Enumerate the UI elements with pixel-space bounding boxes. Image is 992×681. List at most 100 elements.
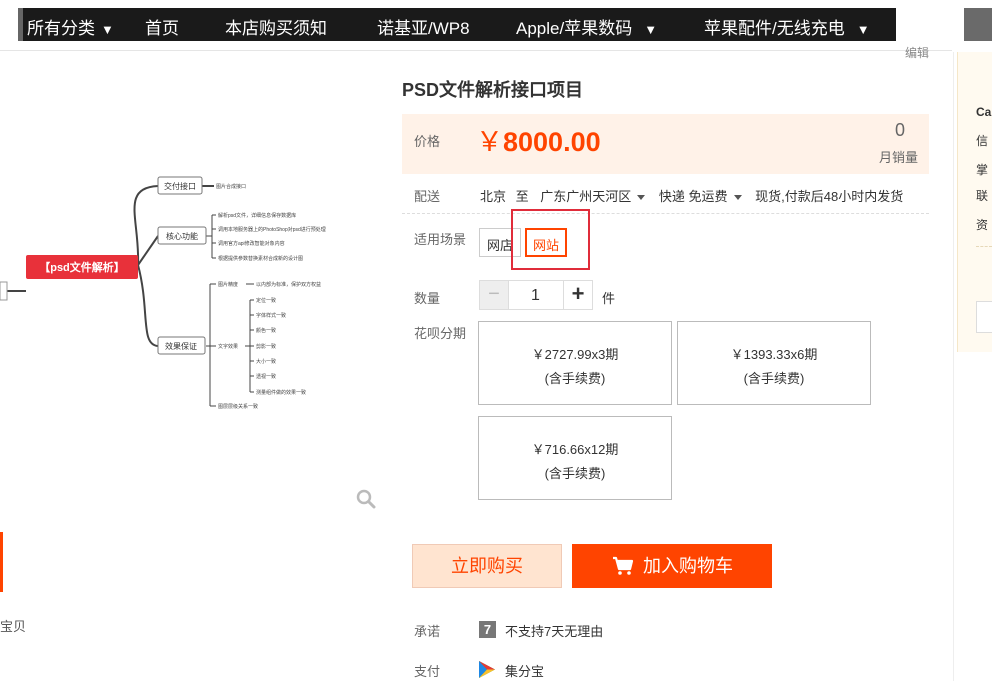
add-to-cart-label: 加入购物车 (643, 556, 733, 576)
delivery-destination-select[interactable]: 广东广州天河区 (540, 189, 646, 204)
installment-fee-note: (含手续费) (544, 371, 606, 386)
add-to-cart-button[interactable]: 加入购物车 (572, 544, 772, 588)
nav-left-accent (18, 8, 23, 41)
installment-fee-note: (含手续费) (743, 371, 805, 386)
top-right-block (964, 8, 992, 41)
installment-fee-note: (含手续费) (544, 466, 606, 481)
quantity-increase-button[interactable]: + (563, 280, 593, 310)
highlight-annotation (511, 209, 590, 270)
edit-link[interactable]: 编辑 (905, 44, 929, 61)
mindmap-leaf: 图片精度 (218, 281, 238, 288)
delivery-destination: 广东广州天河区 (540, 189, 632, 204)
cart-icon (613, 556, 634, 575)
mindmap-root-label: 【psd文件解析】 (39, 260, 125, 274)
caret-down-icon (637, 195, 646, 201)
delivery-method: 快递 免运费 (658, 189, 728, 204)
delivery-method-select[interactable]: 快递 免运费 (659, 189, 742, 204)
nav-home[interactable]: 首页 (145, 14, 179, 39)
quantity-decrease-button[interactable]: − (479, 280, 509, 310)
product-title: PSD文件解析接口项目 (402, 80, 584, 100)
mindmap-leaf: 根据提供参数替换素材合成新的设计图 (218, 255, 303, 262)
mindmap-branch-label: 效果保证 (165, 341, 197, 351)
nav-all-categories[interactable]: 所有分类 ▼ (27, 14, 114, 39)
nav-item-label: 所有分类 (27, 19, 95, 38)
installment-amount: ￥716.66x12期 (531, 442, 619, 457)
mindmap-leaf: 图片合成接口 (216, 183, 246, 190)
monthly-sales-label: 月销量 (878, 150, 918, 165)
nav-item-label: 苹果配件/无线充电 (704, 19, 845, 38)
mindmap-leaf: 图层层级关系一致 (218, 403, 258, 410)
top-nav: 所有分类 ▼ 首页 本店购买须知 诺基亚/WP8 Apple/苹果数码 ▼ 苹果配件… (18, 8, 896, 41)
section-divider (402, 213, 929, 214)
nav-purchase-notice[interactable]: 本店购买须知 (225, 14, 327, 39)
mindmap-leaf: 解析psd文件，详细信息保存数据库 (218, 212, 296, 219)
mindmap-leaf: 字体样式一致 (256, 312, 286, 319)
delivery-note: 现货,付款后48小时内发货 (755, 189, 904, 204)
header-divider (0, 50, 952, 51)
installment-label: 花呗分期 (414, 326, 467, 341)
installment-option-12[interactable]: ￥716.66x12期 (含手续费) (478, 416, 672, 500)
quantity-label: 数量 (414, 291, 441, 306)
mindmap-branch-label: 核心功能 (166, 231, 198, 241)
price-value: ￥8000.00 (476, 120, 601, 159)
nav-item-label: Apple/苹果数码 (516, 19, 633, 38)
mindmap-leaf: 定位一致 (256, 297, 276, 304)
nav-item-label: 本店购买须知 (225, 19, 327, 38)
mindmap-branch-label: 交付接口 (164, 181, 196, 191)
shop-info-line: 信 (976, 134, 989, 148)
payment-label: 支付 (414, 664, 441, 679)
mindmap-left-node (0, 281, 8, 301)
mindmap-leaf: 剪影一致 (256, 343, 276, 350)
product-image-mindmap[interactable]: 【psd文件解析】 交付接口 图片合成接口 核心功能 解析psd文件，详细信息保… (0, 160, 360, 420)
nav-nokia[interactable]: 诺基亚/WP8 (377, 14, 470, 39)
scene-label: 适用场景 (414, 232, 467, 247)
caret-down-icon (733, 195, 742, 201)
caret-down-icon: ▼ (644, 22, 658, 37)
mindmap-leaf: 颜色一致 (256, 327, 276, 334)
thumbnail-selected-indicator (0, 532, 3, 592)
mindmap-leaf: 调用官方api修改智能对象内容 (218, 240, 285, 247)
nav-item-label: 首页 (145, 19, 179, 38)
price-amount: 8000.00 (503, 127, 601, 157)
no-7-day-return-icon: 7 (479, 621, 496, 638)
installment-option-3[interactable]: ￥2727.99x3期 (含手续费) (478, 321, 672, 405)
installment-option-6[interactable]: ￥1393.33x6期 (含手续费) (677, 321, 871, 405)
mindmap-leaf: 调用本地服务器上的PhotoShop对psd进行预处理 (218, 226, 326, 233)
installment-amount: ￥2727.99x3期 (531, 347, 619, 362)
caret-down-icon: ▼ (856, 22, 870, 37)
delivery-from: 北京 (480, 189, 507, 204)
nav-apple[interactable]: Apple/苹果数码 ▼ (516, 14, 657, 39)
nav-apple-accessories[interactable]: 苹果配件/无线充电 ▼ (704, 14, 870, 39)
delivery-label: 配送 (414, 189, 441, 204)
shop-info-divider (976, 246, 992, 247)
shop-enter-button[interactable] (976, 301, 992, 333)
nav-item-label: 诺基亚/WP8 (377, 19, 470, 38)
price-label: 价格 (414, 134, 441, 149)
shop-info-line: 联 (976, 189, 989, 203)
delivery-row: 北京 至 广东广州天河区 快递 免运费 现货,付款后48小时内发货 (480, 186, 903, 205)
shop-info-line: 资 (976, 218, 989, 232)
mindmap-leaf: 大小一致 (256, 358, 276, 365)
quantity-unit: 件 (602, 291, 616, 306)
payment-method-text: 集分宝 (505, 664, 545, 679)
monthly-sales-count: 0 (894, 120, 905, 140)
jifenbao-icon (479, 661, 495, 678)
promise-label: 承诺 (414, 624, 441, 639)
left-caption: 宝贝 (0, 619, 27, 634)
mindmap-connectors (0, 185, 254, 407)
shop-info-line: Ca (976, 105, 992, 119)
mindmap-leaf: 透视一致 (256, 373, 276, 380)
shop-info-line: 掌 (976, 163, 989, 177)
mindmap-leaf: 以内部为标准，保护双方权益 (256, 281, 321, 288)
promise-text: 不支持7天无理由 (505, 624, 604, 639)
currency-symbol: ￥ (476, 127, 503, 157)
caret-down-icon: ▼ (101, 22, 114, 37)
mindmap-leaf: 测量组件做的效果一致 (256, 389, 306, 396)
zoom-icon[interactable] (356, 489, 376, 509)
mindmap-leaf: 文字效果 (218, 343, 238, 350)
quantity-input[interactable]: 1 (508, 280, 563, 310)
delivery-to-word: 至 (515, 189, 529, 204)
product-page: 所有分类 ▼ 首页 本店购买须知 诺基亚/WP8 Apple/苹果数码 ▼ 苹果配件… (0, 0, 992, 681)
installment-amount: ￥1393.33x6期 (730, 347, 818, 362)
buy-now-button[interactable]: 立即购买 (412, 544, 562, 588)
